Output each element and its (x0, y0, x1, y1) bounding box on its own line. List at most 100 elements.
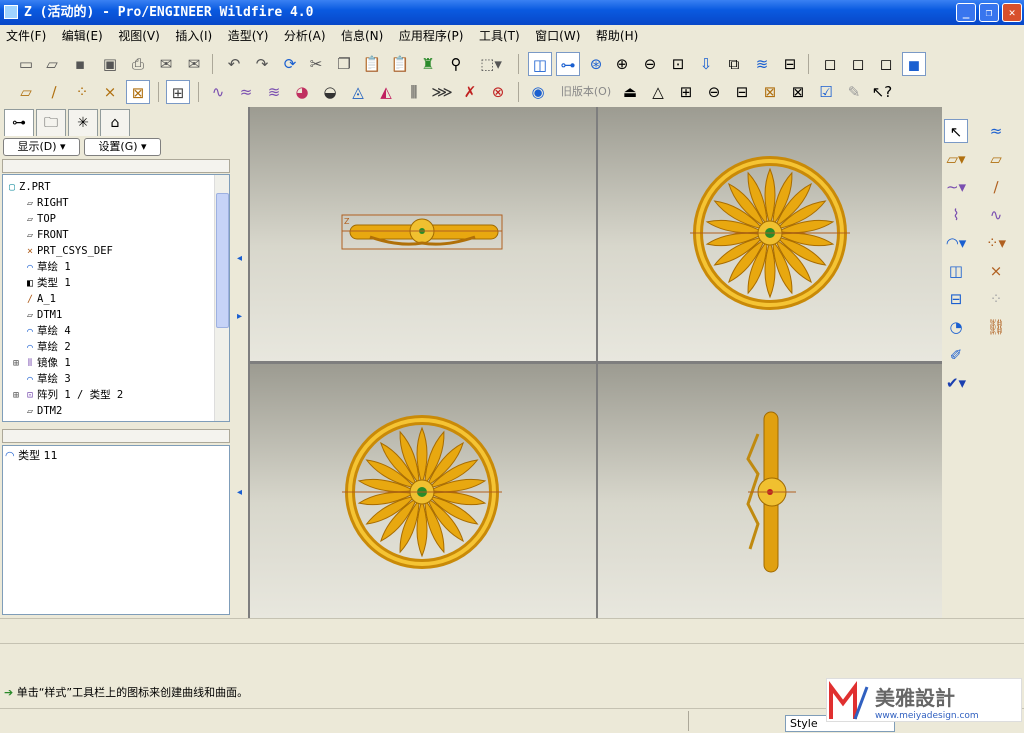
close-window-icon[interactable]: ⊠ (786, 80, 810, 104)
view-pane-side[interactable] (598, 364, 942, 618)
style-tree-item[interactable]: ◠ 类型 11 (3, 446, 229, 462)
settings-dropdown[interactable]: 设置(G) ▾ (84, 138, 161, 156)
curve-network-icon[interactable]: ✐ (944, 343, 968, 367)
chain-icon[interactable]: ⛓ (984, 315, 1008, 339)
table-icon[interactable]: ⊞ (674, 80, 698, 104)
repaint-icon[interactable]: ◫ (528, 52, 552, 76)
restore-button[interactable]: ❐ (979, 3, 999, 22)
spin-center-icon[interactable]: ⊶ (556, 52, 580, 76)
cut-icon[interactable]: ✂ (304, 52, 328, 76)
gaussian-icon[interactable]: ◕ (290, 80, 314, 104)
menu-window[interactable]: 窗口(W) (529, 25, 586, 47)
model-tree-toggle-icon[interactable]: ⊞ (166, 80, 190, 104)
measure-icon[interactable]: △ (646, 80, 670, 104)
tree-item[interactable]: ⌒ 草绘 1 (3, 259, 229, 275)
menu-view[interactable]: 视图(V) (112, 25, 166, 47)
expand-arrow-icon[interactable]: ▸ (237, 311, 242, 322)
reorient-icon[interactable]: ⇩ (694, 52, 718, 76)
delete-analysis-icon[interactable]: ✗ (458, 80, 482, 104)
context-help-icon[interactable]: ↖? (870, 80, 894, 104)
shading-icon[interactable]: ◼ (902, 52, 926, 76)
edit-curve-icon[interactable]: ∿ (984, 203, 1008, 227)
refit-icon[interactable]: ⊡ (666, 52, 690, 76)
menu-tools[interactable]: 工具(T) (473, 25, 526, 47)
menu-info[interactable]: 信息(N) (335, 25, 389, 47)
datum-points-display-icon[interactable]: ⁘ (70, 80, 94, 104)
close-button[interactable]: ✕ (1002, 3, 1022, 22)
paste-special-icon[interactable]: 📋 (388, 52, 412, 76)
find-icon[interactable]: ⚲ (444, 52, 468, 76)
active-plane-icon[interactable]: ▱▾ (944, 147, 968, 171)
surface-trim-icon[interactable]: ⊟ (944, 287, 968, 311)
collapse-arrow-icon[interactable]: ◂ (237, 253, 242, 264)
select-arrow-icon[interactable]: ↖ (944, 119, 968, 143)
datum-planes-display-icon[interactable]: ▱ (14, 80, 38, 104)
zoom-in-icon[interactable]: ⊕ (610, 52, 634, 76)
menu-style[interactable]: 造型(Y) (222, 25, 275, 47)
menu-insert[interactable]: 插入(I) (169, 25, 218, 47)
mass-icon[interactable]: ⊖ (702, 80, 726, 104)
wireframe-icon[interactable]: ◻ (818, 52, 842, 76)
no-hidden-icon[interactable]: ◻ (874, 52, 898, 76)
drop-curve-icon[interactable]: ⌇ (944, 203, 968, 227)
check-window-icon[interactable]: ☑ (814, 80, 838, 104)
regenerate-icon[interactable]: ⟳ (278, 52, 302, 76)
view-pane-iso[interactable] (250, 364, 596, 618)
collapse-arrow-icon[interactable]: ◂ (237, 487, 242, 498)
tree-item[interactable]: ⌒ 草绘 2 (3, 339, 229, 355)
tree-item[interactable]: ▱ RIGHT (3, 195, 229, 211)
tree-item[interactable]: ⌒ 草绘 3 (3, 371, 229, 387)
tree-item[interactable]: ⊞ ⫴ 镜像 1 (3, 355, 229, 371)
surface-tool-icon[interactable]: ◠▾ (944, 231, 968, 255)
connections-tab[interactable]: ⌂ (100, 109, 130, 136)
tree-item[interactable]: ▱ DTM1 (3, 307, 229, 323)
view-pane-front[interactable] (598, 107, 942, 361)
save-copy-icon[interactable]: ▣ (98, 52, 122, 76)
tree-item[interactable]: ▢ Z.PRT (3, 179, 229, 195)
model-tree-tab[interactable]: ⊶ (4, 109, 34, 136)
datum-plane-tool-icon[interactable]: ▱ (984, 147, 1008, 171)
tree-scrollbar[interactable] (214, 175, 229, 421)
show-dropdown[interactable]: 显示(D) ▾ (3, 138, 80, 156)
print-icon[interactable]: ⎙ (126, 52, 150, 76)
tree-item[interactable]: ▱ TOP (3, 211, 229, 227)
menu-applications[interactable]: 应用程序(P) (393, 25, 470, 47)
tree-item[interactable]: ⨯ PRT_CSYS_DEF (3, 243, 229, 259)
orient-mode-icon[interactable]: ⊛ (584, 52, 608, 76)
expand-icon[interactable]: ⊞ (9, 388, 23, 404)
surface-edit-icon[interactable]: ◔ (944, 315, 968, 339)
curve-analysis-icon[interactable]: ∿ (206, 80, 230, 104)
tree-item[interactable]: ⌒ 草绘 4 (3, 323, 229, 339)
copy-icon[interactable]: ❐ (332, 52, 356, 76)
scroll-thumb[interactable] (216, 193, 229, 328)
folder-browser-tab[interactable]: 🗀 (36, 109, 66, 136)
paste-icon[interactable]: 📋 (360, 52, 384, 76)
reference-icon[interactable]: ⊠ (758, 80, 782, 104)
graphics-window[interactable]: ◂ ▸ ◂ Z (234, 107, 942, 618)
mass-props-icon[interactable]: ⏏ (618, 80, 642, 104)
saved-views-icon[interactable]: ⧉ (722, 52, 746, 76)
open-file-icon[interactable]: ▱ (40, 52, 64, 76)
draft-analysis-icon[interactable]: ◭ (374, 80, 398, 104)
tree-item[interactable]: ▱ DTM2 (3, 403, 229, 419)
curve-from-surface-icon[interactable]: ≈ (984, 119, 1008, 143)
layers-icon[interactable]: ≋ (750, 52, 774, 76)
tree-item[interactable]: ⊞ ⊡ 阵列 1 / 类型 2 (3, 387, 229, 403)
zoom-out-icon[interactable]: ⊖ (638, 52, 662, 76)
tree-item[interactable]: ∕ A_1 (3, 291, 229, 307)
tree-item[interactable]: ▱ FRONT (3, 227, 229, 243)
favorites-tab[interactable]: ✳ (68, 109, 98, 136)
help-circle-icon[interactable]: ◉ (526, 80, 550, 104)
new-file-icon[interactable]: ▭ (14, 52, 38, 76)
mail-attach-icon[interactable]: ✉ (182, 52, 206, 76)
section-curvature-icon[interactable]: ◒ (318, 80, 342, 104)
send-mail-icon[interactable]: ✉ (154, 52, 178, 76)
dimension-icon[interactable]: ⊟ (730, 80, 754, 104)
hide-analysis-icon[interactable]: ⊗ (486, 80, 510, 104)
menu-file[interactable]: 文件(F) (0, 25, 52, 47)
menu-analysis[interactable]: 分析(A) (278, 25, 332, 47)
save-icon[interactable]: ▪ (68, 52, 92, 76)
csys-tool-icon[interactable]: ⨯ (984, 259, 1008, 283)
slope-icon[interactable]: ⫼ (402, 80, 426, 104)
point-csys-icon[interactable]: ⁘ (984, 287, 1008, 311)
